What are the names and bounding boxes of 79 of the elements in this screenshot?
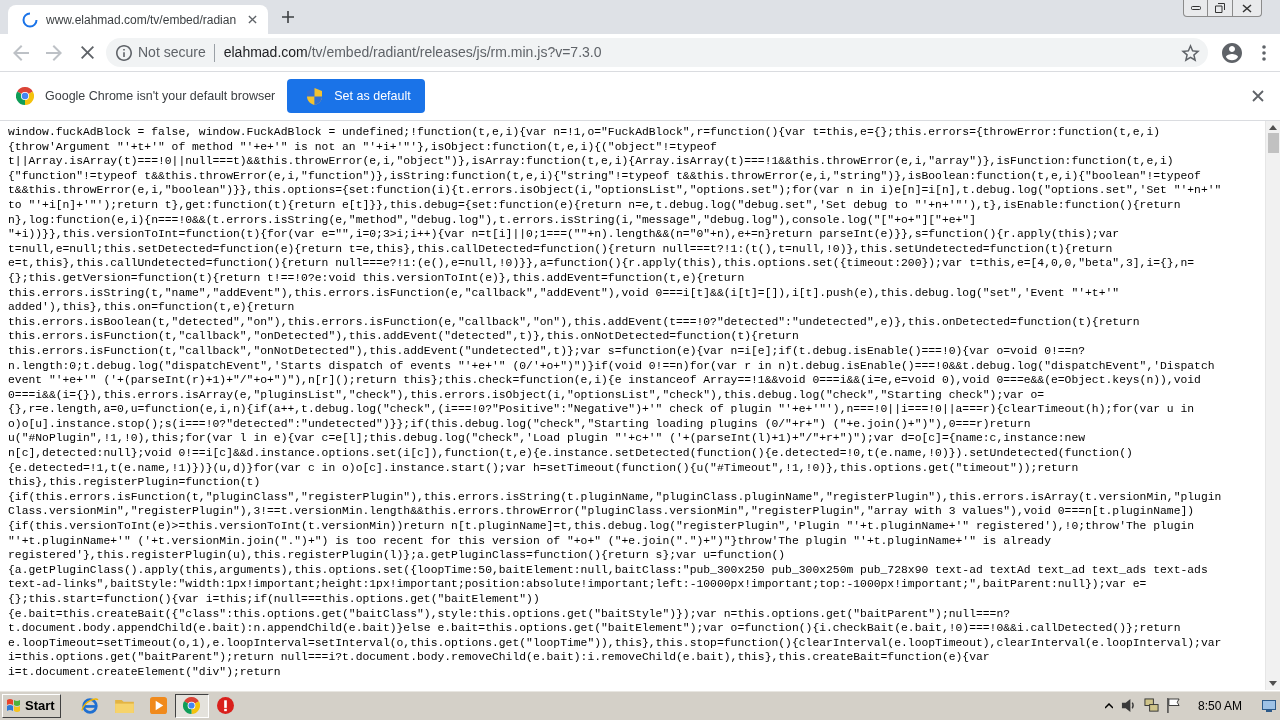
- close-window-button[interactable]: [1232, 0, 1262, 17]
- close-icon: [247, 15, 257, 24]
- set-default-button[interactable]: Set as default: [287, 79, 425, 113]
- code-line: event "'+e+'" ('+(parseInt(r)+1)+"/"+o+")"),n[r]();return this};this.check=function(e,i){e instanceof Array==!1&&void 0===i&&(i=e,e=void 0),void 0===e&&(e=Object.keys(n)),void: [8, 373, 1202, 388]
- speaker-icon[interactable]: [1120, 698, 1136, 713]
- code-line: Class.versionMin","registerPlugin"),3!==t.versionMin.length&&this.errors.throwError("pluginClass.versionMin","registerPlugin","array with 3 values"),void 0===n[t.pluginName]): [8, 504, 1196, 520]
- code-line: {e.bait=this.createBait({"class":this.options.get("baitClass"),style:this.options.get("baitStyle")});var n=this.options.get("baitParent");null===n?: [8, 606, 1012, 622]
- code-line: {};this.getVersion=function(t){return t!==!0?e:void this.versionToInt(e)},this.addEvent=function(t,e){return: [8, 270, 746, 286]
- code-line: this.errors.isFunction(t,"callback","onNotDetected"),this.addEvent("undetected",t)};var s=function(e){var n=i[e];if(t.debug.isEnable()===!0){var o=void 0!==n?: [8, 343, 1087, 359]
- code-line: window.fuckAdBlock = false, window.FuckAdBlock = undefined;!function(t,e,i){var n=!1,o="FuckAdBlock",r=function(){var t=this,e={};this.errors={throwError:function(t,e,i): [8, 125, 1162, 140]
- code-line: t.document.body.appendChild(e.bait):n.appendChild(e.bait)}else e.bait=this.options.get("baitElement");var o=function(){i.checkBait(e.bait,!0)===!0&&i.callDetected()};return: [8, 621, 1182, 636]
- code-line: "+i))}},this.versionToInt=function(t){for(var e="",i=0;3>i;i++){var n=t[i]||0;1===(""+n).length&&(n="0"+n),e+=n}return parseInt(e)}},s=function(){r.apply(this);var: [8, 227, 1121, 242]
- scroll-down-arrow-icon[interactable]: [1269, 681, 1277, 686]
- account-icon: [1222, 42, 1242, 63]
- browser-logo-icon: [16, 87, 34, 105]
- code-line: 0===i&&(i={}),this.errors.isArray(e,"pluginsList","check"),this.errors.isObject(i,"optionsList","check"),this.debug.log("check","Starting check");var o=: [8, 387, 1046, 403]
- code-line: {e.detected=!1,t(e.name,!1)})}(u,d)}for(var c in o)o[c].instance.start();var h=setTimeout(function(){u("#Timeout",!1,!0)},this.options.get("timeout"));return: [8, 460, 1080, 476]
- forward-arrow-icon: [46, 44, 62, 61]
- scrollbar-thumb[interactable]: [1267, 133, 1279, 153]
- plus-icon: [282, 11, 295, 23]
- code-line: {a.getPluginClass().apply(this,arguments),this.options.set({loopTime:50,baitElement:null,baitClass:"pub_300x250 pub_300x250m pub_728x90 text-ad textAd text_ad text_ads text-ads: [8, 562, 1209, 578]
- security-status[interactable]: Not secure: [138, 42, 206, 63]
- code-line: {throw'Argument "'+t+'" of method "'+e+'" is not an "'+i+'"'},isObject:function(t,e,i){("object"!=typeof: [8, 139, 718, 155]
- star-icon: [1181, 43, 1200, 62]
- code-line: t&&this.throwError(e,i,"boolean")}},this.options={set:function(i){t.errors.isObject(i,"optionsList","options.set");for(var n in i)e[n]=i[n],t.debug.log("options.set",'Set "'+n+'": [8, 183, 1223, 198]
- code-line: {};this.start=function(){var i=this;if(null===this.options.get("baitElement")): [8, 592, 541, 607]
- code-line: added'),this},this.on=function(t,e){return: [8, 300, 296, 315]
- info-icon[interactable]: [116, 44, 132, 61]
- code-line: "'+t.pluginName+'" ('+t.versionMin.join(".")+") is too recent for this version of "+o+" ("+e.join(".")+")"}throw'The plugin "'+t.pluginName+'" is already: [8, 533, 1052, 549]
- code-line: this},this.registerPlugin=function(t): [8, 475, 262, 490]
- code-line: n[c],detected:null};void 0!==i[c]&&d.instance.options.set(i[c]),function(t,e){e.instance.setDetected(function(){e.detected=!0,t(e.name,!0)}).setUndetected(function(): [8, 446, 1134, 461]
- menu-icon: [1262, 44, 1266, 61]
- back-arrow-icon: [13, 44, 29, 61]
- close-icon: [1252, 90, 1264, 102]
- code-line: u("#NoPlugin",!1,!0),this;for(var l in e){var c=e[l];this.debug.log("check",'Load plugin "'+c+'" ('+(parseInt(l)+1)+"/"+r+")");var d=o[c]={name:c,instance:new: [8, 431, 1087, 447]
- restore-icon: [1215, 3, 1225, 13]
- code-line: text-ad-links",baitStyle:"width:1px!important;height:1px!important;position:absolute!important;left:-10000px!important;top:-1000px!important;",baitParent:null});var e=: [8, 577, 1148, 592]
- code-line: {"function"!=typeof t&&this.throwError(e,i,"function")},isString:function(t,e,i){"string"!=typeof t&&this.throwError(e,i,"string")},isBoolean:function(t,e,i){"boolean"!=typeof: [8, 168, 1202, 184]
- address-bar[interactable]: Not secure elahmad.com/tv/embed/radiant/releases/js/rm.min.js?v=7.3.0: [106, 38, 1208, 67]
- scroll-up-arrow-icon[interactable]: [1269, 125, 1277, 130]
- code-line: this.errors.isBoolean(t,"detected","on"),this.errors.isFunction(e,"callback","on"),this.addEvent(t===!0?"detected":"undetected",e)},this.onDetected=function(t){return: [8, 314, 1141, 330]
- infobar-message: Google Chrome isn't your default browser: [45, 87, 276, 105]
- code-line: e.loopTimeout=setTimeout(o,1),e.loopInterval=setInterval(o,this.options.get("loopTime")),this},this.stop=function(){clearInterval(e.loopTimeout),clearInterval(e.loopInterval);var: [8, 635, 1223, 651]
- code-line: this.errors.isString(t,"name","addEvent"),this.errors.isFunction(e,"callback","addEvent"),void 0===i[t]&&(i[t]=[]),i[t].push(e),this.debug.log("set",'Event "'+t+'": [8, 285, 1121, 301]
- code-line: o)o[u].instance.stop();s(i===!0?"detected":"undetected")}};if(this.debug.log("check","Starting loading plugins (0/"+r+") ("+e.join()+")"),0===r)return: [8, 416, 1032, 432]
- url-text[interactable]: elahmad.com/tv/embed/radiant/releases/js/rm.min.js?v=7.3.0: [223, 42, 602, 63]
- code-line: n},log:function(e,i){n===!0&&(t.errors.isString(e,"method","debug.log"),t.errors.isString(i,"message","debug.log"),console.log("["+o+"]["+e+"]: [8, 212, 977, 228]
- code-line: i=t.document.createElement("div");return: [8, 664, 282, 680]
- browser-tab[interactable]: www.elahmad.com/tv/embed/radian: [8, 5, 269, 34]
- browser-logo-icon: [183, 697, 201, 714]
- code-line: {},r=e.length,a=0,u=function(e,i,n){if(a++,t.debug.log("check",(i===!0?"Positive":"Negative")+'" check of plugin "'+e+'"'),n===!0||i===!0||a===r){clearTimeout(h);for(var u in: [8, 402, 1196, 417]
- code-line: to "'+i[n]+'"');return t},get:function(t){return e[t]}},this.debug={set:function(e){return n=e,t.debug.log("debug.set",'Set debug to "'+n+'"'),t},isEnable:function(){return: [8, 197, 1182, 213]
- start-button[interactable]: Start: [2, 693, 61, 718]
- clock[interactable]: 8:50 AM: [1197, 696, 1242, 715]
- browser-task-button[interactable]: [174, 693, 209, 718]
- alert-circle-icon[interactable]: [216, 697, 234, 714]
- chevron-up-icon[interactable]: [1104, 702, 1113, 709]
- minimize-icon: [1190, 6, 1201, 10]
- code-line: registered'},this.registerPlugin(u),this.registerPlugin(l)};a.getPluginClass=function(){return s};var u=function(): [8, 548, 787, 563]
- code-line: {if(this.versionToInt(e)>=this.versionToInt(t.versionMin))return n[t.pluginName]=t,this.debug.log("registerPlugin",'Plugin "'+t.pluginName+'" registered'),!0;throw'The plugin: [8, 519, 1196, 534]
- code-line: t||Array.isArray(t)===!0||null===t)&&this.throwError(e,i,"object")},isArray:function(t,e,i){Array.isArray(t)===!1&&this.throwError(e,i,"array")},isFunction:function(t,e,i): [8, 154, 1175, 169]
- infobar-close-button[interactable]: [1252, 90, 1264, 102]
- code-line: i=this.options.get("baitParent");return null===i?t.document.body.removeChild(e.bait):i.removeChild(e.bait),this},this.createBait=function(e){var: [8, 650, 991, 665]
- bookmark-button[interactable]: [1181, 43, 1200, 62]
- network-icon[interactable]: [1143, 698, 1159, 713]
- code-line: this.errors.isFunction(t,"callback","onDetected"),this.addEvent("detected",t)},this.onNotDetected=function(t){return: [8, 329, 800, 344]
- restore-button[interactable]: [1207, 0, 1233, 17]
- flag-logo-icon: [6, 698, 22, 713]
- code-line: n.length:0;t.debug.log("dispatchEvent",'Starts dispatch of events "'+e+'" (0/'+o+")")}if(void 0!==n)for(var r in n)t.debug.isEnable()===!0&&t.debug.log("dispatchEvent",'Dispatch: [8, 358, 1216, 374]
- shield-icon: [307, 87, 323, 105]
- code-line: e=t,this},this.callUndetected=function(){return null===e?!1:(e(),e=null,!0)}},a=function(){r.apply(this),this.options.set({timeout:200});var t=this,e=[4,0,0,"beta",3],i={},n=: [8, 256, 1196, 271]
- close-icon: [1242, 3, 1252, 13]
- e-logo-icon[interactable]: [80, 696, 99, 715]
- flag-icon[interactable]: [1166, 698, 1180, 713]
- play-tile-icon[interactable]: [149, 697, 167, 714]
- minimize-button[interactable]: [1183, 0, 1208, 17]
- code-line: {if(this.errors.isFunction(t,"pluginClass","registerPlugin"),this.errors.isString(t.pluginName,"pluginClass.pluginName","registerPlugin"),this.errors.isArray(t.versionMin,"plugin: [8, 489, 1223, 505]
- show-desktop-icon[interactable]: [1262, 699, 1276, 712]
- code-line: t=null,e=null;this.setDetected=function(e){return t=e,this},this.callDetected=function(){return null===t?!1:(t(),t=null,!0)},this.setUndetected=function(t){return: [8, 241, 1114, 257]
